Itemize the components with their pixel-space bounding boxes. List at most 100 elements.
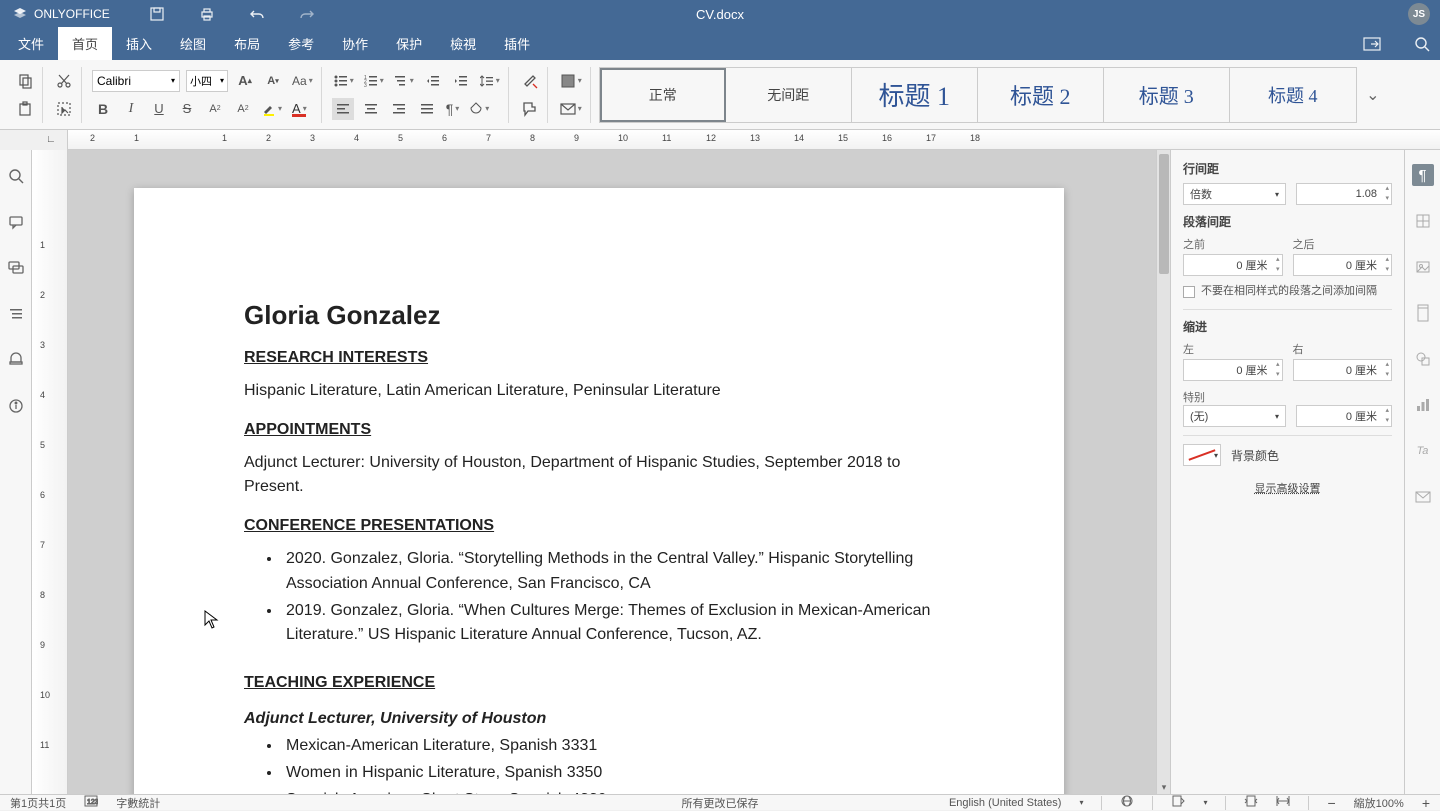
special-indent-select[interactable]: (无)▾ [1183, 405, 1286, 427]
vertical-ruler[interactable]: 1234567891011 [32, 150, 68, 794]
style-heading2[interactable]: 标题 2 [978, 68, 1104, 122]
italic-button[interactable]: I [120, 98, 142, 120]
font-name-select[interactable]: Calibri▾ [92, 70, 180, 92]
show-advanced-link[interactable]: 显示高级设置 [1183, 480, 1392, 496]
tab-layout[interactable]: 布局 [220, 27, 274, 60]
nonprinting-chars-button[interactable]: ¶ [444, 98, 462, 120]
style-heading1[interactable]: 标题 1 [852, 68, 978, 122]
chat-icon[interactable] [6, 258, 26, 278]
indent-left-input[interactable]: 0 厘米 [1183, 359, 1283, 381]
highlight-color-button[interactable] [260, 98, 284, 120]
table-settings-icon[interactable] [1412, 210, 1434, 232]
scroll-down-icon[interactable]: ▾ [1157, 780, 1171, 794]
header-footer-icon[interactable] [1412, 302, 1434, 324]
about-icon[interactable] [6, 396, 26, 416]
fit-width-icon[interactable] [1276, 795, 1290, 810]
style-normal[interactable]: 正常 [600, 68, 726, 122]
track-changes-icon[interactable] [1171, 794, 1185, 811]
numbering-button[interactable]: 123 [362, 70, 386, 92]
change-case-button[interactable]: Aa [290, 70, 315, 92]
word-count-icon[interactable]: 123 [84, 795, 98, 810]
special-indent-value-input[interactable]: 0 厘米 [1296, 405, 1392, 427]
word-count-label[interactable]: 字數統計 [116, 795, 160, 811]
indent-right-input[interactable]: 0 厘米 [1293, 359, 1393, 381]
spacing-before-input[interactable]: 0 厘米 [1183, 254, 1283, 276]
comments-icon[interactable] [6, 212, 26, 232]
shading-button[interactable] [467, 98, 491, 120]
fit-page-icon[interactable] [1244, 794, 1258, 811]
line-spacing-button[interactable] [478, 70, 502, 92]
zoom-out-button[interactable]: − [1327, 795, 1335, 811]
no-space-same-style-checkbox[interactable] [1183, 286, 1195, 298]
line-spacing-mode-select[interactable]: 倍数▾ [1183, 183, 1286, 205]
paragraph-shading-button[interactable] [558, 70, 584, 92]
increase-font-button[interactable]: A▴ [234, 70, 256, 92]
align-center-button[interactable] [360, 98, 382, 120]
decrease-font-button[interactable]: A▾ [262, 70, 284, 92]
line-spacing-value-input[interactable]: 1.08 [1296, 183, 1392, 205]
tab-view[interactable]: 檢視 [436, 27, 490, 60]
tab-plugins[interactable]: 插件 [490, 27, 544, 60]
style-heading4[interactable]: 标题 4 [1230, 68, 1356, 122]
font-size-select[interactable]: 小四▾ [186, 70, 228, 92]
user-avatar[interactable]: JS [1408, 3, 1430, 25]
align-right-button[interactable] [388, 98, 410, 120]
styles-expand-button[interactable]: ⌄ [1361, 85, 1385, 105]
redo-button[interactable] [297, 4, 317, 24]
search-button[interactable] [1412, 34, 1432, 54]
save-button[interactable] [147, 4, 167, 24]
scroll-thumb[interactable] [1159, 154, 1169, 274]
tab-draw[interactable]: 绘图 [166, 27, 220, 60]
align-justify-button[interactable] [416, 98, 438, 120]
feedback-icon[interactable] [6, 350, 26, 370]
tab-home[interactable]: 首页 [58, 27, 112, 60]
copy-style-button[interactable] [519, 98, 541, 120]
strikethrough-button[interactable]: S [176, 98, 198, 120]
cut-button[interactable] [53, 70, 75, 92]
headings-icon[interactable] [6, 304, 26, 324]
styles-gallery: 正常 无间距 标题 1 标题 2 标题 3 标题 4 [599, 67, 1357, 123]
subscript-button[interactable]: A2 [232, 98, 254, 120]
select-all-button[interactable] [53, 98, 75, 120]
text-art-icon[interactable]: Ta [1412, 440, 1434, 462]
underline-button[interactable]: U [148, 98, 170, 120]
print-button[interactable] [197, 4, 217, 24]
vertical-scrollbar[interactable]: ▴ ▾ [1156, 150, 1170, 794]
paragraph-settings-icon[interactable]: ¶ [1412, 164, 1434, 186]
bullets-button[interactable] [332, 70, 356, 92]
search-icon[interactable] [6, 166, 26, 186]
align-left-button[interactable] [332, 98, 354, 120]
paste-button[interactable] [14, 98, 36, 120]
image-settings-icon[interactable] [1412, 256, 1434, 278]
multilevel-list-button[interactable] [392, 70, 416, 92]
chart-settings-icon[interactable] [1412, 394, 1434, 416]
tab-insert[interactable]: 插入 [112, 27, 166, 60]
background-color-picker[interactable]: ▾ [1183, 444, 1221, 466]
undo-button[interactable] [247, 4, 267, 24]
page-info[interactable]: 第1页共1页 [10, 795, 66, 811]
increase-indent-button[interactable] [450, 70, 472, 92]
document-canvas[interactable]: Gloria Gonzalez RESEARCH INTERESTS Hispa… [68, 150, 1156, 794]
decrease-indent-button[interactable] [422, 70, 444, 92]
mail-merge-settings-icon[interactable] [1412, 486, 1434, 508]
zoom-value[interactable]: 縮放100% [1354, 795, 1404, 811]
superscript-button[interactable]: A2 [204, 98, 226, 120]
shape-settings-icon[interactable] [1412, 348, 1434, 370]
tab-file[interactable]: 文件 [4, 27, 58, 60]
clear-formatting-button[interactable] [519, 70, 541, 92]
bold-button[interactable]: B [92, 98, 114, 120]
copy-button[interactable] [14, 70, 36, 92]
spellcheck-icon[interactable] [1120, 794, 1134, 811]
mail-merge-button[interactable] [558, 98, 584, 120]
horizontal-ruler[interactable]: ∟ 21123456789101112131415161718 [0, 130, 1440, 150]
font-color-button[interactable]: A [290, 98, 309, 120]
tab-collaboration[interactable]: 协作 [328, 27, 382, 60]
tab-protect[interactable]: 保护 [382, 27, 436, 60]
style-heading3[interactable]: 标题 3 [1104, 68, 1230, 122]
open-location-button[interactable] [1362, 34, 1382, 54]
tab-references[interactable]: 参考 [274, 27, 328, 60]
spacing-after-input[interactable]: 0 厘米 [1293, 254, 1393, 276]
zoom-in-button[interactable]: + [1422, 795, 1430, 811]
style-no-spacing[interactable]: 无间距 [726, 68, 852, 122]
language-select[interactable]: English (United States) [949, 797, 1062, 809]
